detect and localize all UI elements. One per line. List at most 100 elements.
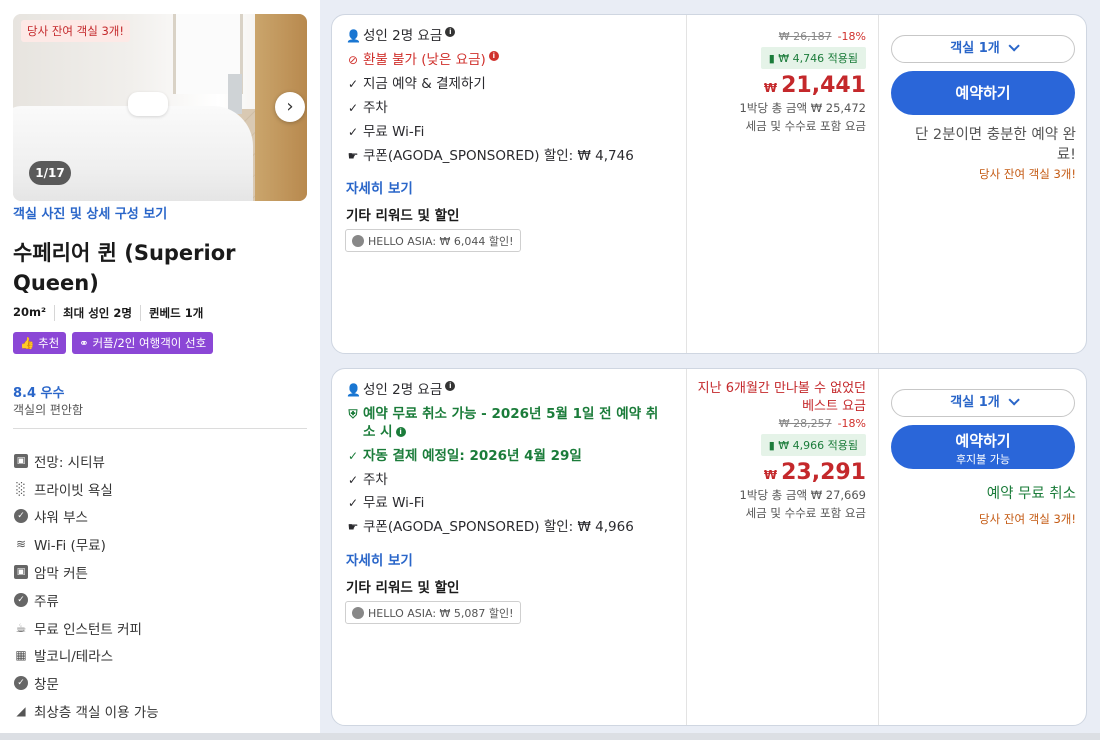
pay-later-label: 후지불 가능 — [955, 453, 1011, 466]
amenity-item: ▦ 발코니/테라스 — [15, 648, 114, 666]
shield-check-icon: ⛨ — [348, 407, 358, 421]
amenities-list: ▣ 전망: 시티뷰 ░ 프라이빗 욕실 ✓ 샤워 부스 ≋ Wi-Fi (무료) ▣ 암막… — [14, 447, 159, 725]
payment-date: ✓ 자동 결제 예정일: 2026년 4월 29일 — [347, 448, 582, 464]
no-entry-icon: ⊘ — [347, 53, 359, 67]
rewards-title: 기타 리워드 및 할인 — [346, 580, 460, 596]
rewards-title: 기타 리워드 및 할인 — [346, 208, 460, 224]
book-button[interactable]: 예약하기 후지불 가능 — [891, 425, 1075, 469]
photo-details-link[interactable]: 객실 사진 및 상세 구성 보기 — [13, 203, 167, 222]
rating-score: 8.4 우수 — [13, 386, 65, 401]
rating-label: 객실의 편안함 — [13, 403, 84, 417]
amenity-item: ≋ Wi-Fi (무료) — [15, 537, 106, 555]
offer-actions: 객실 1개 예약하기 후지불 가능 예약 무료 취소 당사 잔여 객실 3개! — [878, 369, 1088, 725]
divider — [13, 428, 307, 429]
thumbs-up-icon: 👍 — [20, 336, 38, 350]
free-cancel-note: 예약 무료 취소 — [986, 486, 1076, 502]
discount-icon — [352, 606, 364, 619]
room-title: 수페리어 퀸 (Superior Queen) — [13, 241, 236, 295]
ticket-icon: ▮ — [768, 439, 779, 452]
person-icon: 👤 — [346, 383, 361, 397]
bed-type: 퀸베드 1개 — [139, 305, 211, 321]
room-info-panel: 당사 잔여 객실 3개! 1/17 › 객실 사진 및 상세 구성 보기 수페리… — [0, 0, 320, 740]
room-photo[interactable]: 당사 잔여 객실 3개! 1/17 › — [13, 14, 307, 201]
info-icon[interactable]: i — [445, 381, 456, 391]
total-price: 1박당 총 금액 ₩ 25,472 — [739, 101, 866, 115]
rate-offer-card: 👤 성인 2명 요금 i ⛨ 예약 무료 취소 가능 - 2026년 5월 1일 전 … — [331, 368, 1087, 726]
check-circle-icon: ✓ — [14, 592, 28, 607]
price: ₩21,441 — [763, 73, 866, 98]
occupancy: 👤 성인 2명 요금 i — [346, 381, 456, 399]
room-tags: 👍 추천 ⚭ 커플/2인 여행객이 선호 — [13, 332, 214, 354]
feature-item: ✓ 무료 Wi-Fi — [347, 495, 425, 511]
cancellation-policy: ⛨ 예약 무료 취소 가능 - 2026년 5월 1일 전 예약 취소 시i — [346, 405, 666, 441]
balcony-icon: ▦ — [15, 648, 27, 663]
offer-price: 지난 6개월간 만나볼 수 없었던 베스트 요금 ₩ 28,257 -18% ▮ … — [686, 369, 878, 725]
coupon-discount: ☛ 쿠폰(AGODA_SPONSORED) 할인: ₩ 4,966 — [347, 519, 634, 535]
room-specs: 20m² 최대 성인 2명 퀸베드 1개 — [13, 305, 211, 321]
tag-icon: ☛ — [347, 149, 359, 163]
ticket-icon: ▮ — [768, 52, 779, 65]
amenity-item: ✓ 주류 — [14, 586, 159, 614]
amenity-item: ✓ 샤워 부스 — [14, 503, 159, 531]
check-icon: ✓ — [347, 449, 359, 463]
amenity-item: ☕ 무료 인스턴트 커피 — [15, 620, 142, 638]
feature-item: ✓ 주차 — [347, 100, 388, 116]
view-icon: ▣ — [14, 453, 28, 468]
top-floor-icon: ◢ — [16, 704, 26, 719]
check-icon: ✓ — [347, 77, 359, 91]
offer-features: 👤 성인 2명 요금 i ⊘ 환불 불가 (낮은 요금) i ✓ 지금 예약 & 결제하기… — [332, 15, 686, 353]
offer-price: ₩ 26,187 -18% ▮ ₩ 4,746 적용됨 ₩21,441 1박당 총… — [686, 15, 878, 353]
photo-counter: 1/17 — [29, 161, 71, 185]
tag-couples: ⚭ 커플/2인 여행객이 선호 — [72, 332, 214, 354]
info-icon[interactable]: i — [395, 427, 406, 437]
info-icon[interactable]: i — [488, 51, 499, 61]
room-size: 20m² — [13, 305, 47, 319]
total-price: 1박당 총 금액 ₩ 27,669 — [739, 488, 866, 502]
room-count-select[interactable]: 객실 1개 — [891, 389, 1075, 417]
amenity-item: ✓ 창문 — [14, 669, 159, 697]
max-occupancy: 최대 성인 2명 — [54, 305, 140, 321]
book-button[interactable]: 예약하기 — [891, 71, 1075, 115]
amenity-item: ◢ 최상층 객실 이용 가능 — [14, 697, 158, 725]
bath-icon: ░ — [16, 481, 26, 496]
feature-item: ✓ 무료 Wi-Fi — [347, 124, 425, 140]
chevron-down-icon — [1008, 394, 1020, 406]
coupon-applied-badge: ▮ ₩ 4,966 적용됨 — [760, 434, 866, 456]
room-count-select[interactable]: 객실 1개 — [891, 35, 1075, 63]
couple-icon: ⚭ — [79, 336, 93, 350]
curtain-icon: ▣ — [14, 565, 28, 580]
original-price: ₩ 26,187 -18% — [778, 30, 866, 43]
offer-features: 👤 성인 2명 요금 i ⛨ 예약 무료 취소 가능 - 2026년 5월 1일 전 … — [332, 369, 686, 725]
feature-item: ✓ 지금 예약 & 결제하기 — [347, 76, 486, 92]
check-icon: ✓ — [347, 473, 359, 487]
details-link[interactable]: 자세히 보기 — [346, 549, 413, 569]
rate-offer-card: 👤 성인 2명 요금 i ⊘ 환불 불가 (낮은 요금) i ✓ 지금 예약 & 결제하기… — [331, 14, 1087, 354]
promo-badge: HELLO ASIA: ₩ 5,087 할인! — [345, 601, 521, 624]
discount-icon — [352, 234, 364, 247]
details-link[interactable]: 자세히 보기 — [346, 177, 413, 197]
tax-note: 세금 및 수수료 포함 요금 — [745, 506, 866, 520]
feature-item: ✓ 주차 — [347, 472, 388, 488]
check-icon: ✓ — [347, 125, 359, 139]
check-icon: ✓ — [347, 101, 359, 115]
discount-percent: -18% — [837, 30, 866, 43]
check-circle-icon: ✓ — [14, 676, 28, 691]
rooms-left-note: 당사 잔여 객실 3개! — [979, 512, 1076, 526]
horizontal-scrollbar[interactable] — [0, 733, 1100, 740]
tag-icon: ☛ — [347, 520, 359, 534]
promo-badge: HELLO ASIA: ₩ 6,044 할인! — [345, 229, 521, 252]
tax-note: 세금 및 수수료 포함 요금 — [745, 119, 866, 133]
check-icon: ✓ — [347, 496, 359, 510]
amenity-item: ░ 프라이빗 욕실 — [14, 475, 159, 503]
discount-percent: -18% — [837, 417, 866, 430]
tag-recommended: 👍 추천 — [13, 332, 67, 354]
cancellation-policy: ⊘ 환불 불가 (낮은 요금) i — [346, 51, 499, 69]
coupon-discount: ☛ 쿠폰(AGODA_SPONSORED) 할인: ₩ 4,746 — [347, 148, 634, 164]
check-circle-icon: ✓ — [14, 509, 28, 524]
chevron-down-icon — [1008, 40, 1020, 52]
info-icon[interactable]: i — [445, 27, 456, 37]
original-price: ₩ 28,257 -18% — [778, 417, 866, 430]
offer-actions: 객실 1개 예약하기 단 2분이면 충분한 예약 완료! 당사 잔여 객실 3개… — [878, 15, 1088, 353]
chevron-right-icon[interactable]: › — [275, 92, 305, 122]
coupon-applied-badge: ▮ ₩ 4,746 적용됨 — [760, 47, 866, 69]
